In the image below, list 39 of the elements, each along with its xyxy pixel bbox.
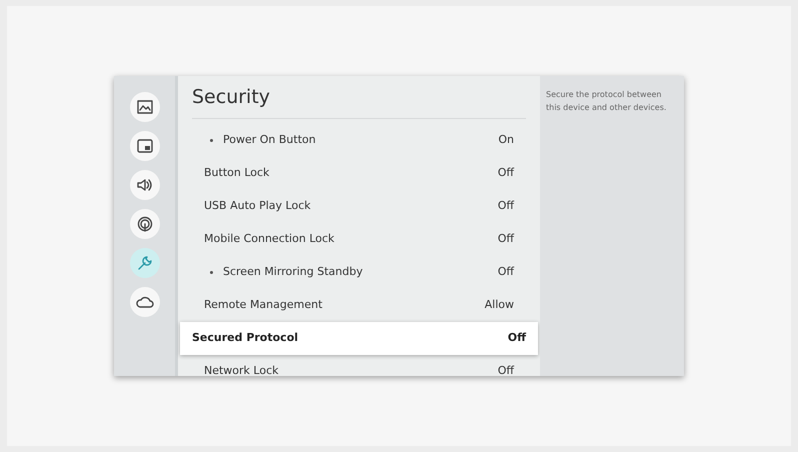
sidebar-item[interactable] <box>130 92 160 122</box>
setting-row[interactable]: Remote Management Allow <box>192 288 526 322</box>
setting-value: Off <box>508 330 526 346</box>
sidebar-item[interactable] <box>130 131 160 161</box>
setting-value: Off <box>498 164 514 181</box>
bullet-icon <box>210 138 213 142</box>
setting-value: Allow <box>484 296 514 313</box>
setting-row[interactable]: Button Lock Off <box>192 156 526 190</box>
speaker-icon <box>136 178 152 192</box>
setting-row[interactable]: Network Lock Off <box>192 354 526 376</box>
broadcast-icon <box>136 216 152 232</box>
sidebar-item[interactable] <box>130 170 160 200</box>
setting-row[interactable]: Power On Button On <box>192 124 526 156</box>
sidebar-item[interactable] <box>130 287 160 317</box>
setting-value: On <box>498 132 514 148</box>
wrench-icon <box>136 255 152 271</box>
setting-row[interactable]: Screen Mirroring Standby Off <box>192 256 526 288</box>
setting-value: Off <box>498 230 514 247</box>
picture-icon <box>136 100 152 114</box>
setting-label: Secured Protocol <box>192 330 298 346</box>
sidebar-item[interactable] <box>130 209 160 239</box>
setting-label: Screen Mirroring Standby <box>223 264 363 280</box>
page-title: Security <box>192 86 270 108</box>
setting-label: Button Lock <box>204 164 270 181</box>
setting-row[interactable]: Mobile Connection Lock Off <box>192 222 526 256</box>
setting-value: Off <box>498 362 514 376</box>
setting-label: Network Lock <box>204 362 279 376</box>
setting-label: Remote Management <box>204 296 322 313</box>
setting-label: Power On Button <box>223 132 316 148</box>
setting-row[interactable]: Secured Protocol Off <box>180 322 538 354</box>
setting-label: Mobile Connection Lock <box>204 230 334 247</box>
picture-in-picture-icon <box>136 139 152 153</box>
description-text: Secure the protocol between this device and other devices. <box>546 89 668 114</box>
setting-label: USB Auto Play Lock <box>204 198 311 214</box>
bullet-icon <box>210 270 213 274</box>
setting-value: Off <box>498 198 514 214</box>
setting-value: Off <box>498 264 514 280</box>
setting-row[interactable]: USB Auto Play Lock Off <box>192 190 526 222</box>
cloud-icon <box>136 295 154 309</box>
